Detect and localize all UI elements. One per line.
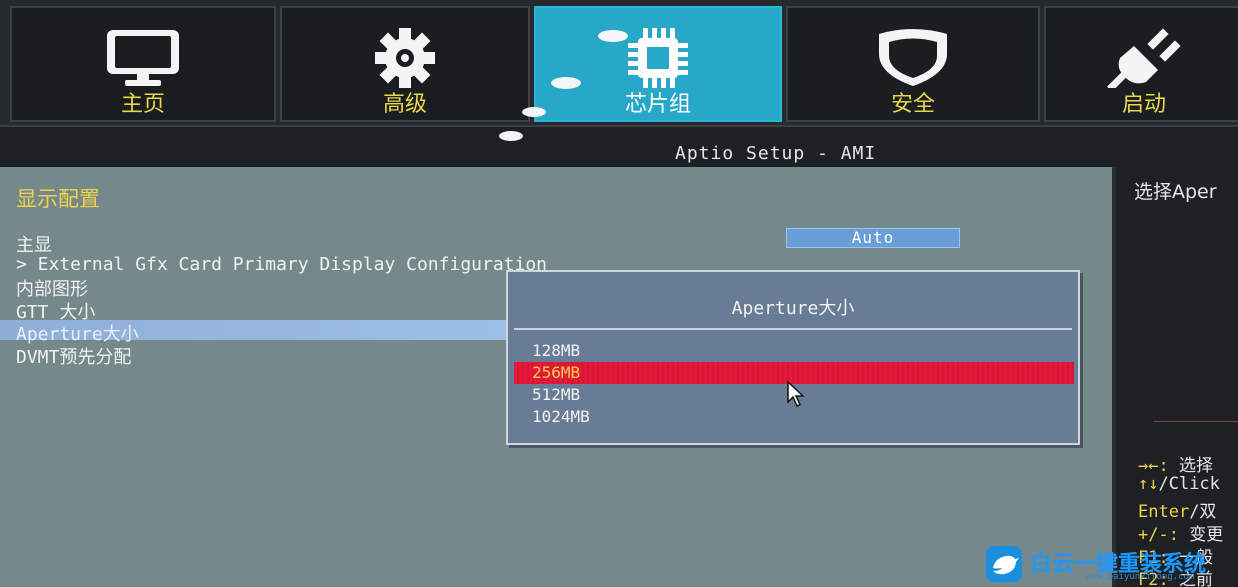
chip-icon bbox=[621, 26, 695, 94]
tab-advanced[interactable]: 高级 bbox=[280, 6, 530, 122]
help-key-click: ↑↓/Click bbox=[1138, 474, 1220, 494]
help-panel: 选择Aper →←: 选择 ↑↓/Click Enter/双 +/-: 变更 F… bbox=[1112, 167, 1238, 587]
tab-chipset[interactable]: 芯片组 bbox=[534, 6, 782, 122]
plug-icon bbox=[1104, 26, 1184, 92]
bird-logo-icon bbox=[986, 546, 1022, 582]
shield-icon bbox=[873, 26, 953, 92]
top-tab-bar: 主页 高级 芯片组 安全 启动 bbox=[0, 0, 1238, 125]
section-title: 显示配置 bbox=[16, 187, 100, 211]
tab-label: 安全 bbox=[890, 92, 935, 117]
dialog-title: Aperture大小 bbox=[731, 298, 855, 319]
help-key-select: →←: 选择 bbox=[1138, 456, 1213, 476]
site-watermark: 白云一键重装系统 www.baiyunxitong.com bbox=[986, 544, 1238, 584]
tab-label: 芯片组 bbox=[624, 92, 691, 117]
tab-main[interactable]: 主页 bbox=[10, 6, 276, 122]
primary-display-value[interactable]: Auto bbox=[786, 228, 960, 248]
screen-glare bbox=[499, 131, 523, 141]
help-divider bbox=[1154, 421, 1238, 422]
submenu-external-gfx[interactable]: > External Gfx Card Primary Display Conf… bbox=[16, 254, 547, 275]
help-key-enter: Enter/双 bbox=[1138, 502, 1217, 522]
monitor-icon bbox=[103, 26, 183, 92]
gear-icon bbox=[368, 26, 442, 94]
tab-label: 启动 bbox=[1121, 92, 1166, 117]
screen-glare bbox=[522, 107, 546, 117]
watermark-subtext: www.baiyunxitong.com bbox=[1086, 572, 1195, 582]
setting-dvmt-preallocated[interactable]: DVMT预先分配 bbox=[16, 343, 131, 369]
tab-boot[interactable]: 启动 bbox=[1044, 6, 1238, 122]
tab-security[interactable]: 安全 bbox=[786, 6, 1040, 122]
mouse-pointer-icon bbox=[786, 380, 810, 412]
dialog-divider bbox=[514, 328, 1072, 330]
setup-title: Aptio Setup - AMI bbox=[675, 143, 877, 164]
help-description: 选择Aper bbox=[1134, 181, 1217, 203]
tab-label: 高级 bbox=[382, 92, 427, 117]
screen-glare bbox=[598, 30, 628, 42]
help-key-change: +/-: 变更 bbox=[1138, 525, 1224, 545]
option-128mb[interactable]: 128MB bbox=[514, 340, 1074, 362]
screen-glare bbox=[551, 77, 581, 89]
tab-label: 主页 bbox=[120, 92, 165, 117]
setup-header: Aptio Setup - AMI bbox=[0, 125, 1238, 167]
aperture-size-dialog: Aperture大小 128MB 256MB 512MB 1024MB bbox=[506, 270, 1080, 445]
